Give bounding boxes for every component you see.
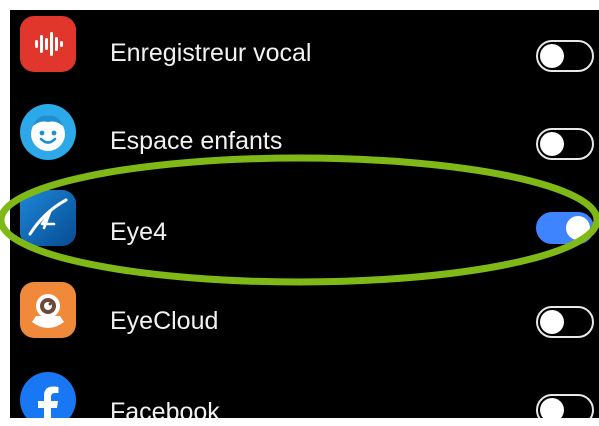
eye4-toggle[interactable] [536,212,594,244]
voice-recorder-toggle[interactable] [536,40,594,72]
toggle-knob [566,216,590,240]
eye4-app-icon [20,190,76,246]
list-item-facebook[interactable]: Facebook [10,356,599,418]
toggle-knob [540,132,564,156]
app-label: Enregistreur vocal [110,39,312,67]
kids-space-icon [20,104,76,160]
list-item-eyecloud[interactable]: EyeCloud [10,268,599,356]
list-item-eye4[interactable]: Eye4 [10,180,599,268]
app-permission-list: Enregistreur vocal Espace enfants Eye4 E… [10,10,599,418]
toggle-knob [540,44,564,68]
eyecloud-app-icon [20,282,76,338]
kids-space-toggle[interactable] [536,128,594,160]
facebook-toggle[interactable] [536,394,594,418]
list-item-voice-recorder[interactable]: Enregistreur vocal [10,10,599,90]
eyecloud-toggle[interactable] [536,306,594,338]
app-label: EyeCloud [110,307,219,335]
screenshot: Enregistreur vocal Espace enfants Eye4 E… [0,0,599,426]
app-label: Facebook [110,398,220,418]
app-label: Eye4 [110,218,167,246]
toggle-knob [540,398,564,418]
toggle-knob [540,310,564,334]
list-item-kids-space[interactable]: Espace enfants [10,90,599,178]
facebook-icon [20,372,76,418]
voice-recorder-icon [20,16,76,72]
app-label: Espace enfants [110,127,283,155]
